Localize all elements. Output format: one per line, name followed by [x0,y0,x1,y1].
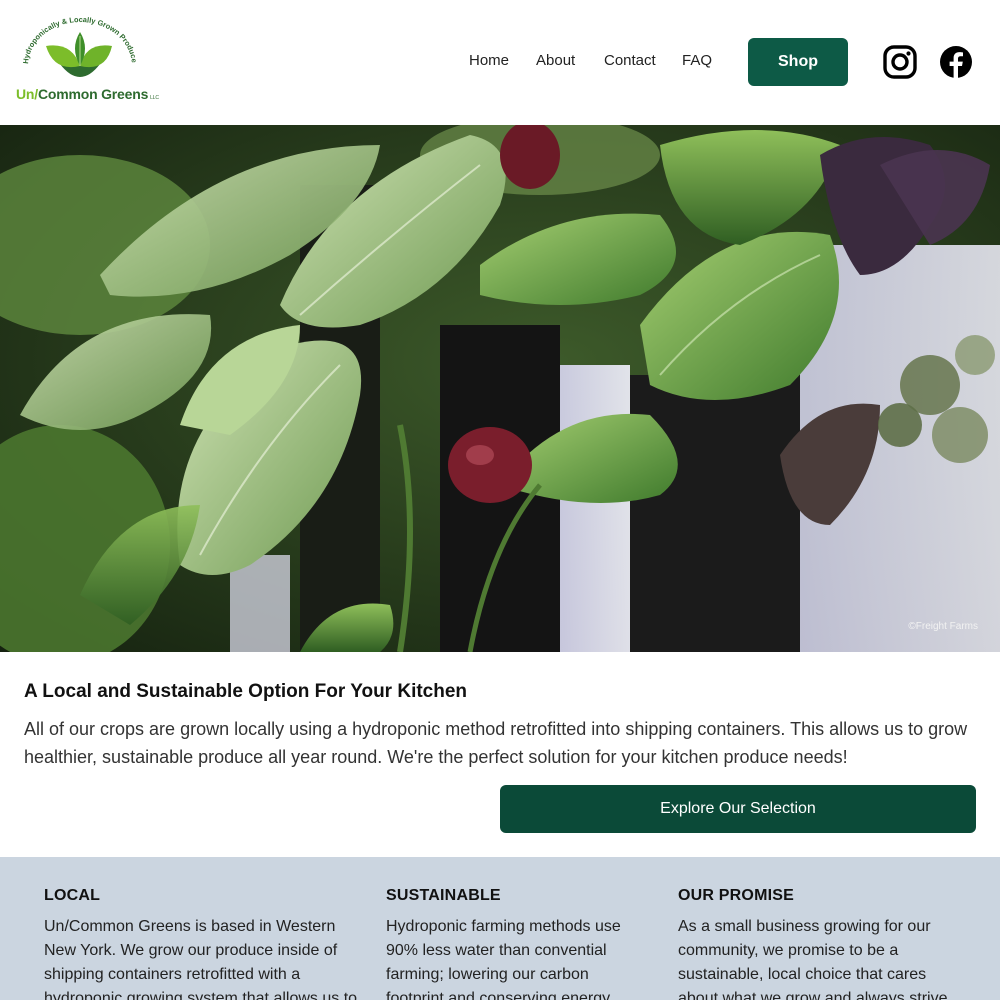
brand-name: Un/Common Greens LLC [16,86,159,102]
brand-logo[interactable]: Hydroponically & Locally Grown Produce U… [14,14,159,108]
feature-title: SUSTAINABLE [386,887,501,904]
site-header: Hydroponically & Locally Grown Produce U… [0,0,1000,125]
photo-credit: ©Freight Farms [908,621,978,632]
hero-image: ©Freight Farms [0,125,1000,652]
intro-title: A Local and Sustainable Option For Your … [24,681,468,702]
intro-text: All of our crops are grown locally using… [24,719,968,767]
nav-contact-link[interactable]: Contact [604,52,656,69]
feature-text: Un/Common Greens is based in Western New… [44,918,358,1000]
feature-text: Hydroponic farming methods use 90% less … [386,918,621,1000]
feature-title: OUR PROMISE [678,887,794,904]
brand-prefix: Un/ [16,86,38,102]
nav-about-link[interactable]: About [536,52,575,69]
feature-sustainable: SUSTAINABLE Hydroponic farming methods u… [386,887,636,1000]
hero-plants-illustration [0,125,1000,652]
feature-title: LOCAL [44,887,101,904]
feature-text: As a small business growing for our comm… [678,918,948,1000]
features-section: LOCAL Un/Common Greens is based in Weste… [0,857,1000,1000]
explore-selection-button[interactable]: Explore Our Selection [500,785,976,833]
nav-faq-link[interactable]: FAQ [682,52,712,69]
feature-our-promise: OUR PROMISE As a small business growing … [678,887,958,1000]
feature-local: LOCAL Un/Common Greens is based in Weste… [44,887,364,1000]
instagram-icon[interactable] [883,45,917,79]
brand-suffix: LLC [150,95,159,101]
facebook-icon[interactable] [939,45,973,79]
shop-button[interactable]: Shop [748,38,848,86]
brand-main: Common Greens [37,86,149,102]
nav-home-link[interactable]: Home [469,52,509,69]
